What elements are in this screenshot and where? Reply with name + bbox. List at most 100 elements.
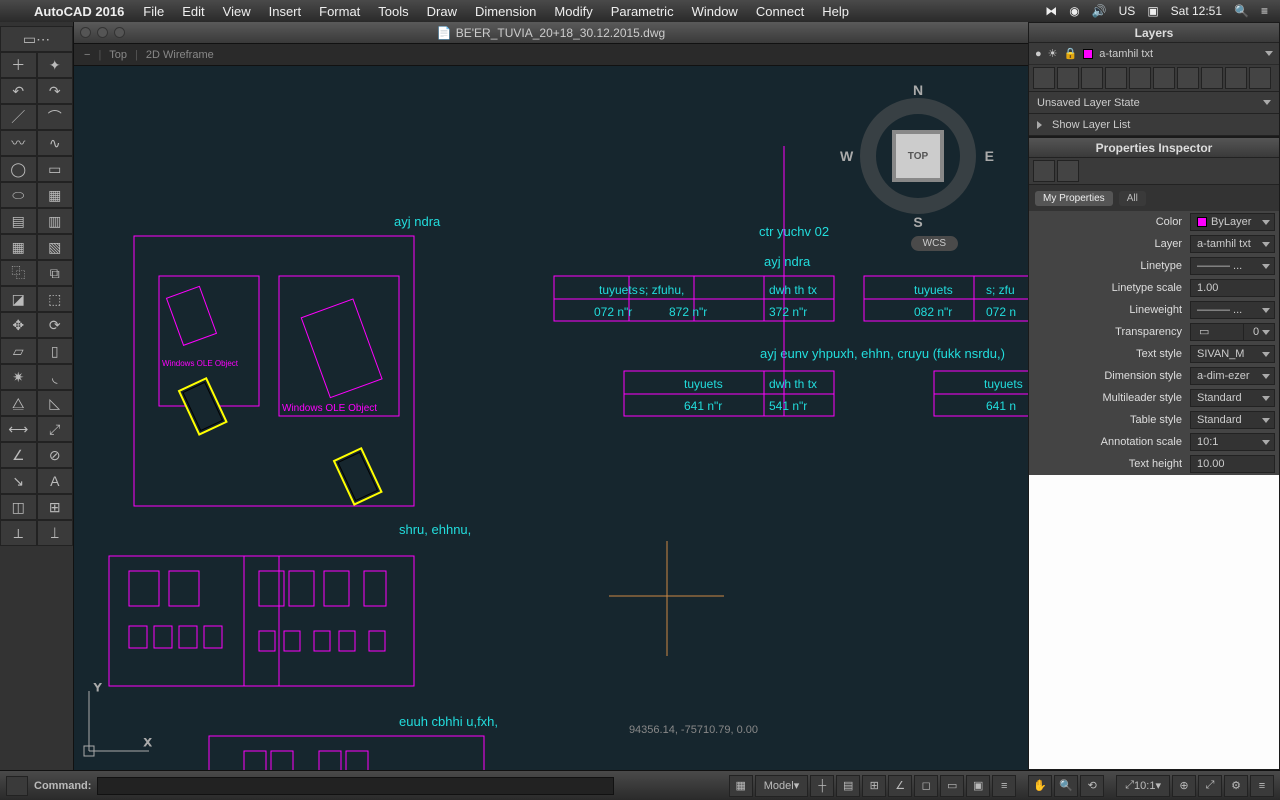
bluetooth-icon[interactable]: ⧓ (1045, 4, 1057, 18)
annotation-scale-button[interactable]: ⤢ 10:1 ▾ (1116, 775, 1170, 797)
layer-tool-4[interactable] (1105, 67, 1127, 89)
layer-tool-2[interactable] (1057, 67, 1079, 89)
menu-view[interactable]: View (214, 4, 260, 19)
menu-format[interactable]: Format (310, 4, 369, 19)
current-layer-dropdown[interactable]: ● ☀ 🔒 a-tamhil txt (1029, 43, 1279, 65)
close-window-icon[interactable] (80, 27, 91, 38)
viewcube-west[interactable]: W (840, 148, 853, 164)
orbit-icon[interactable]: ⟲ (1080, 775, 1104, 797)
tool-array1[interactable]: ▤ (0, 208, 37, 234)
lineweight-toggle[interactable]: ≡ (992, 775, 1016, 797)
layer-tool-9[interactable] (1225, 67, 1247, 89)
menu-draw[interactable]: Draw (418, 4, 466, 19)
tool-hatch[interactable]: ▦ (37, 182, 74, 208)
viewcube[interactable]: TOP N S E W (848, 86, 988, 226)
tool-rotate[interactable]: ⟳ (37, 312, 74, 338)
show-layer-list-toggle[interactable]: Show Layer List (1029, 114, 1279, 136)
prop-anno-scale[interactable]: 10:1 (1190, 433, 1275, 451)
anno-autoscale-toggle[interactable]: ⤢ (1198, 775, 1222, 797)
menu-file[interactable]: File (134, 4, 173, 19)
menu-parametric[interactable]: Parametric (602, 4, 683, 19)
tool-dim-angular[interactable]: ∠ (0, 442, 37, 468)
prop-text-style[interactable]: SIVAN_M (1190, 345, 1275, 363)
tool-construction[interactable]: ✦ (37, 52, 74, 78)
prop-color[interactable]: ByLayer (1190, 213, 1275, 231)
otrack-toggle[interactable]: ▭ (940, 775, 964, 797)
prop-lineweight[interactable]: ——— ... (1190, 301, 1275, 319)
tool-erase[interactable]: ◪ (0, 286, 37, 312)
viewcube-east[interactable]: E (985, 148, 994, 164)
grid-display-toggle[interactable]: ▦ (729, 775, 753, 797)
notification-center-icon[interactable]: ≡ (1261, 4, 1268, 18)
menu-help[interactable]: Help (813, 4, 858, 19)
tool-array2[interactable]: ▥ (37, 208, 74, 234)
prop-table-style[interactable]: Standard (1190, 411, 1275, 429)
tab-all-properties[interactable]: All (1119, 191, 1146, 206)
tool-measure1[interactable]: ⟂ (0, 520, 37, 546)
tool-ellipse[interactable]: ⬭ (0, 182, 37, 208)
layer-tool-10[interactable] (1249, 67, 1271, 89)
anno-visibility-toggle[interactable]: ⊕ (1172, 775, 1196, 797)
model-space-button[interactable]: Model ▾ (755, 775, 809, 797)
dyn-input-toggle[interactable]: ▣ (966, 775, 990, 797)
snap-toggle[interactable]: ┼ (810, 775, 834, 797)
drawing-canvas[interactable]: ayj ndra Windows OLE Object Windows OLE … (74, 66, 1028, 770)
osnap-toggle[interactable]: ◻ (914, 775, 938, 797)
viewcube-south[interactable]: S (913, 214, 922, 230)
zoom-icon[interactable]: 🔍 (1054, 775, 1078, 797)
pan-icon[interactable]: ✋ (1028, 775, 1052, 797)
tool-text[interactable]: A (37, 468, 74, 494)
menu-modify[interactable]: Modify (545, 4, 601, 19)
tool-spline[interactable]: ∿ (37, 130, 74, 156)
viewcube-face[interactable]: TOP (896, 134, 940, 178)
layer-tool-1[interactable] (1033, 67, 1055, 89)
grid-toggle[interactable]: ▤ (836, 775, 860, 797)
tool-array3[interactable]: ▦ (0, 234, 37, 260)
clock[interactable]: Sat 12:51 (1171, 4, 1222, 18)
wifi-icon[interactable]: ◉ (1069, 4, 1079, 18)
tool-stretch[interactable]: ▯ (37, 338, 74, 364)
layer-state-dropdown[interactable]: Unsaved Layer State (1029, 92, 1279, 114)
tool-undo[interactable]: ↶ (0, 78, 37, 104)
ortho-toggle[interactable]: ⊞ (862, 775, 886, 797)
spotlight-icon[interactable]: 🔍 (1234, 4, 1249, 18)
app-name[interactable]: AutoCAD 2016 (24, 4, 134, 19)
menu-edit[interactable]: Edit (173, 4, 213, 19)
menu-tools[interactable]: Tools (369, 4, 417, 19)
tool-circle[interactable]: ◯ (0, 156, 37, 182)
prop-text-height[interactable]: 10.00 (1190, 455, 1275, 473)
tool-qnew[interactable]: ▭⋯ (0, 26, 73, 52)
minimize-window-icon[interactable] (97, 27, 108, 38)
tool-chamfer[interactable]: ◺ (37, 390, 74, 416)
volume-icon[interactable]: 🔊 (1092, 4, 1107, 18)
viewcube-north[interactable]: N (913, 82, 923, 98)
tab-my-properties[interactable]: My Properties (1035, 191, 1113, 206)
menu-connect[interactable]: Connect (747, 4, 813, 19)
tool-mirror[interactable]: ⧋ (0, 390, 37, 416)
tool-redo[interactable]: ↷ (37, 78, 74, 104)
prop-mleader-style[interactable]: Standard (1190, 389, 1275, 407)
tool-dim-radius[interactable]: ⊘ (37, 442, 74, 468)
menu-insert[interactable]: Insert (260, 4, 311, 19)
tool-fillet[interactable]: ◟ (37, 364, 74, 390)
tool-explode[interactable]: ✷ (0, 364, 37, 390)
props-tab-tool-3[interactable] (1255, 189, 1273, 207)
tool-polyline[interactable]: 〰 (0, 130, 37, 156)
menu-dimension[interactable]: Dimension (466, 4, 545, 19)
tool-insert[interactable]: ⊞ (37, 494, 74, 520)
tool-dim-linear[interactable]: ⟷ (0, 416, 37, 442)
view-name[interactable]: Top (109, 49, 127, 61)
prop-layer[interactable]: a-tamhil txt (1190, 235, 1275, 253)
wcs-indicator[interactable]: WCS (911, 236, 958, 251)
tool-trim[interactable]: ⬚ (37, 286, 74, 312)
visual-style[interactable]: 2D Wireframe (146, 49, 214, 61)
tool-leader[interactable]: ↘ (0, 468, 37, 494)
layer-tool-5[interactable] (1129, 67, 1151, 89)
tool-array4[interactable]: ▧ (37, 234, 74, 260)
workspace-switch-icon[interactable]: ⚙ (1224, 775, 1248, 797)
tool-offset[interactable]: ⧉ (37, 260, 74, 286)
customize-icon[interactable]: ≡ (1250, 775, 1274, 797)
tool-rectangle[interactable]: ▭ (37, 156, 74, 182)
prop-linetype[interactable]: ——— ... (1190, 257, 1275, 275)
props-icon-1[interactable] (1033, 160, 1055, 182)
